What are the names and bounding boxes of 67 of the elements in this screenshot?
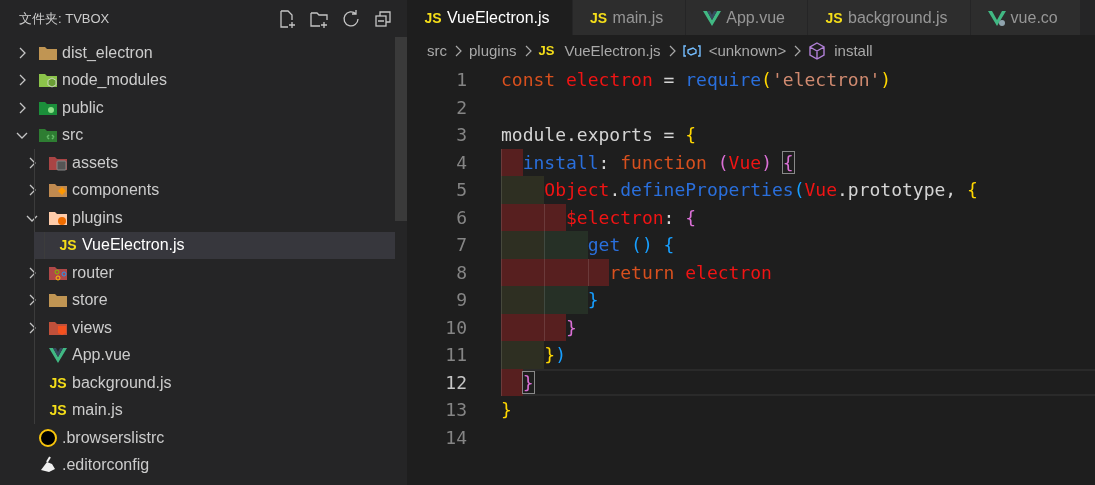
js-icon: JS — [48, 402, 68, 419]
code-line: return electron — [609, 261, 772, 283]
line-number: 7 — [455, 234, 467, 256]
breadcrumb-item[interactable]: <unknown> — [708, 42, 787, 59]
tree-item[interactable]: node_modules — [14, 66, 395, 94]
breadcrumb-item[interactable]: plugins — [469, 42, 517, 59]
code-line: $electron: { — [566, 206, 697, 228]
code-line: } — [501, 399, 512, 421]
new-file-button[interactable] — [277, 8, 297, 29]
js-icon: JS — [58, 237, 78, 254]
code-line: } — [587, 289, 599, 311]
code-line: Object.defineProperties(Vue.prototype, { — [544, 179, 978, 201]
explorer-title: 文件夹: TVBOX — [19, 9, 111, 28]
refresh-button[interactable] — [341, 8, 361, 29]
line-number: 10 — [444, 316, 467, 338]
line-number: 11 — [444, 344, 467, 366]
line-number: 9 — [455, 289, 467, 311]
cube-icon — [808, 41, 827, 60]
tree-item[interactable]: JS VueElectron.js — [34, 231, 395, 259]
tree-item[interactable]: assets — [24, 149, 395, 177]
breadcrumb-item[interactable]: src — [427, 42, 447, 59]
js-icon: JS — [48, 374, 68, 391]
js-icon: JS — [423, 9, 443, 26]
tree-item[interactable]: .editorconfig — [14, 451, 395, 479]
tree-item[interactable]: plugins — [24, 204, 395, 232]
js-icon: JS — [588, 9, 609, 26]
code-line: get () { — [587, 234, 675, 256]
line-number: 12 — [444, 371, 467, 393]
editor-tab[interactable]: JS VueElectron.js — [407, 0, 573, 35]
line-number: 2 — [455, 96, 467, 118]
line-number: 14 — [444, 426, 467, 448]
code-line: install: function (Vue) { — [522, 151, 794, 173]
js-icon: JS — [538, 43, 555, 58]
tree-item[interactable]: App.vue — [24, 341, 395, 369]
editor-tab[interactable]: vue.co — [970, 0, 1081, 35]
breadcrumb-item[interactable]: install — [834, 42, 873, 59]
editor-tab[interactable]: JS background.js — [808, 0, 971, 35]
tree-item[interactable]: views — [24, 314, 395, 342]
collapse-button[interactable] — [373, 8, 393, 29]
tree-item[interactable]: components — [24, 176, 395, 204]
line-number: 4 — [455, 151, 467, 173]
editor-tab[interactable]: App.vue — [686, 0, 808, 35]
code-line: }) — [544, 344, 567, 366]
circle-icon — [38, 427, 58, 448]
tree-item[interactable]: store — [24, 286, 395, 314]
code-line: } — [566, 316, 577, 338]
line-number: 6 — [455, 206, 467, 228]
line-number: 8 — [455, 261, 467, 283]
line-number: 3 — [455, 124, 467, 146]
tree-item[interactable]: dist_electron — [14, 39, 395, 67]
line-number: 5 — [455, 179, 467, 201]
js-icon: JS — [824, 9, 844, 26]
code-line: } — [522, 371, 534, 393]
line-number: 1 — [455, 69, 467, 91]
breadcrumb-item[interactable]: VueElectron.js — [564, 42, 661, 59]
editor-tab[interactable]: JS main.js — [572, 0, 687, 35]
line-number: 13 — [444, 399, 467, 421]
tree-item[interactable]: public — [14, 94, 395, 122]
scrollbar[interactable] — [395, 37, 407, 221]
tree-item[interactable]: JS main.js — [24, 396, 395, 424]
code-line: const electron = require('electron') — [501, 69, 892, 91]
tree-item[interactable]: JS background.js — [24, 369, 395, 397]
tree-item[interactable]: .browserslistrc — [14, 424, 395, 452]
code-line: module.exports = { — [501, 124, 697, 146]
indent-highlight — [501, 258, 545, 286]
tree-item[interactable]: router — [24, 259, 395, 287]
tree-item[interactable]: src — [14, 121, 395, 149]
